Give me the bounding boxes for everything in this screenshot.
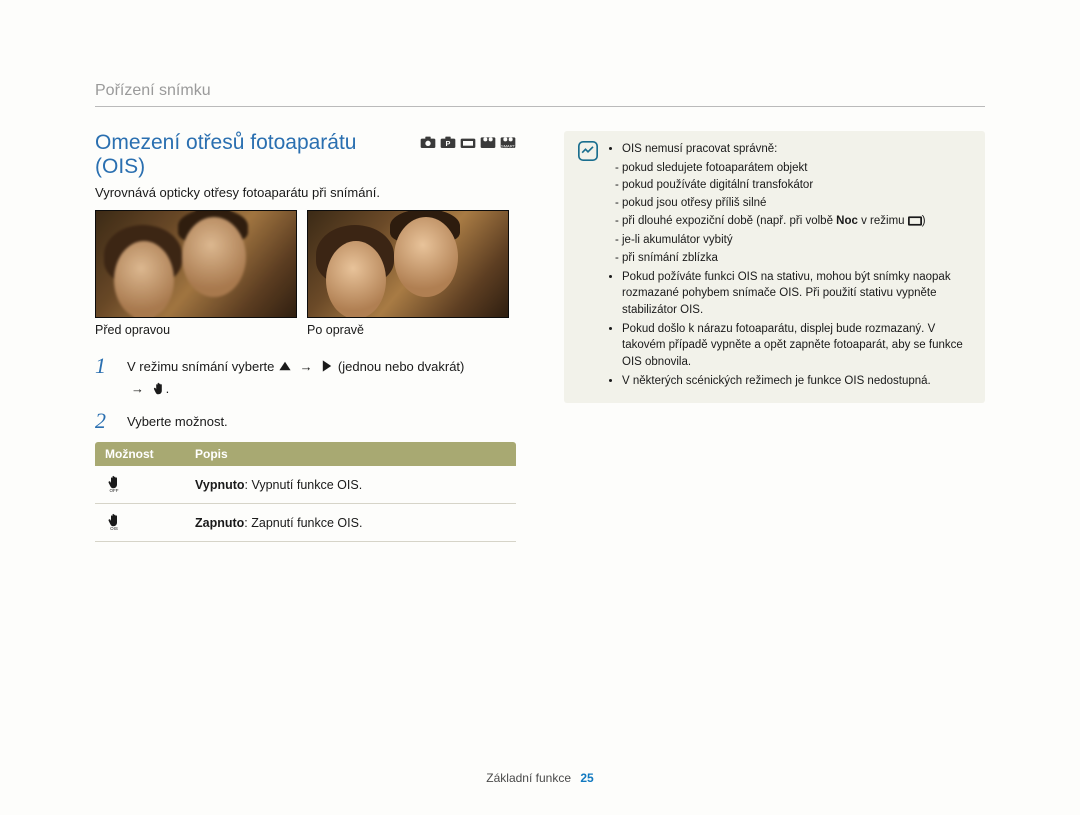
after-caption: Po opravě	[307, 318, 507, 337]
svg-text:OIS: OIS	[155, 393, 162, 394]
table-header-row: Možnost Popis	[95, 442, 516, 466]
note-line-3: V některých scénických režimech je funkc…	[622, 373, 971, 390]
note-sub-5: je-li akumulátor vybitý	[622, 232, 971, 249]
header-option: Možnost	[95, 442, 185, 466]
step-1-part-a: V režimu snímání vyberte	[127, 359, 274, 374]
step-1-text: V režimu snímání vyberte → (jednou nebo …	[127, 355, 464, 400]
scene-mode-icon	[908, 215, 922, 232]
step-number-1: 1	[95, 355, 113, 377]
right-column: OIS nemusí pracovat správně: pokud sledu…	[564, 131, 985, 542]
before-caption: Před opravou	[95, 318, 295, 337]
note-sub-4d: )	[922, 215, 926, 227]
note-sub-4: při dlouhé expoziční době (např. při vol…	[622, 213, 971, 232]
options-table: Možnost Popis OFF Vypnuto: Vypnutí funkc…	[95, 442, 516, 542]
smart-mode-icon: SMART	[500, 135, 516, 149]
right-icon	[320, 359, 334, 379]
option-on-rest: : Zapnutí funkce OIS.	[244, 516, 362, 530]
step-2-text: Vyberte možnost.	[127, 410, 228, 432]
left-column: Omezení otřesů fotoaparátu (OIS) P SMART…	[95, 131, 516, 542]
note-line-2: Pokud došlo k nárazu fotoaparátu, disple…	[622, 321, 971, 371]
step-1-part-b: (jednou nebo dvakrát)	[338, 359, 464, 374]
up-icon	[278, 359, 292, 379]
svg-text:SMART: SMART	[501, 143, 515, 148]
table-row: OIS Zapnuto: Zapnutí funkce OIS.	[95, 504, 516, 542]
option-on-icon-cell: OIS	[95, 504, 185, 542]
section-header: Pořízení snímku	[95, 82, 985, 107]
footer-label: Základní funkce	[486, 771, 571, 785]
ois-off-icon: OFF	[105, 474, 123, 492]
svg-text:OIS: OIS	[110, 526, 118, 530]
page-footer: Základní funkce 25	[0, 771, 1080, 785]
note-sub-3: pokud jsou otřesy příliš silné	[622, 195, 971, 212]
option-off-icon-cell: OFF	[95, 466, 185, 504]
note-sub-1: pokud sledujete fotoaparátem objekt	[622, 160, 971, 177]
movie-icon	[480, 135, 496, 149]
subtitle-text: Vyrovnává opticky otřesy fotoaparátu při…	[95, 185, 516, 200]
ois-hand-icon: OIS	[152, 381, 166, 401]
before-photo-block: Před opravou	[95, 210, 295, 337]
manual-page: Pořízení snímku Omezení otřesů fotoapará…	[0, 0, 1080, 815]
steps-list: 1 V režimu snímání vyberte → (jednou neb…	[95, 355, 516, 432]
option-off-rest: : Vypnutí funkce OIS.	[245, 478, 363, 492]
option-off-desc: Vypnuto: Vypnutí funkce OIS.	[185, 466, 516, 504]
svg-text:OFF: OFF	[110, 488, 119, 492]
option-on-desc: Zapnuto: Zapnutí funkce OIS.	[185, 504, 516, 542]
table-row: OFF Vypnuto: Vypnutí funkce OIS.	[95, 466, 516, 504]
header-description: Popis	[185, 442, 516, 466]
note-line-0: OIS nemusí pracovat správně:	[622, 141, 971, 158]
note-badge-icon	[578, 141, 598, 391]
two-column-layout: Omezení otřesů fotoaparátu (OIS) P SMART…	[95, 131, 985, 542]
example-photos: Před opravou Po opravě	[95, 210, 516, 337]
option-on-bold: Zapnuto	[195, 516, 244, 530]
note-sub-4c: v režimu	[858, 215, 908, 227]
note-content: OIS nemusí pracovat správně: pokud sledu…	[608, 141, 971, 391]
step-2: 2 Vyberte možnost.	[95, 410, 516, 432]
note-box: OIS nemusí pracovat správně: pokud sledu…	[564, 131, 985, 403]
ois-on-icon: OIS	[105, 512, 123, 530]
arrow-icon: →	[127, 381, 148, 396]
svg-text:P: P	[446, 139, 451, 148]
note-sub-4a: při dlouhé expoziční době (např. při vol…	[622, 215, 836, 227]
step-1: 1 V režimu snímání vyberte → (jednou neb…	[95, 355, 516, 400]
before-photo	[95, 210, 297, 318]
page-title: Omezení otřesů fotoaparátu (OIS)	[95, 131, 408, 179]
page-number: 25	[574, 771, 593, 785]
step-number-2: 2	[95, 410, 113, 432]
after-photo	[307, 210, 509, 318]
mode-icons-group: P SMART	[420, 135, 516, 149]
scene-mode-icon	[460, 135, 476, 149]
note-sub-2: pokud používáte digitální transfokátor	[622, 177, 971, 194]
camera-icon	[420, 135, 436, 149]
title-row: Omezení otřesů fotoaparátu (OIS) P SMART	[95, 131, 516, 179]
option-off-bold: Vypnuto	[195, 478, 245, 492]
after-photo-block: Po opravě	[307, 210, 507, 337]
arrow-icon: →	[296, 359, 317, 374]
note-sub-4b: Noc	[836, 215, 858, 227]
note-line-1: Pokud požíváte funkci OIS na stativu, mo…	[622, 269, 971, 319]
note-sub-6: při snímání zblízka	[622, 250, 971, 267]
camera-p-icon: P	[440, 135, 456, 149]
